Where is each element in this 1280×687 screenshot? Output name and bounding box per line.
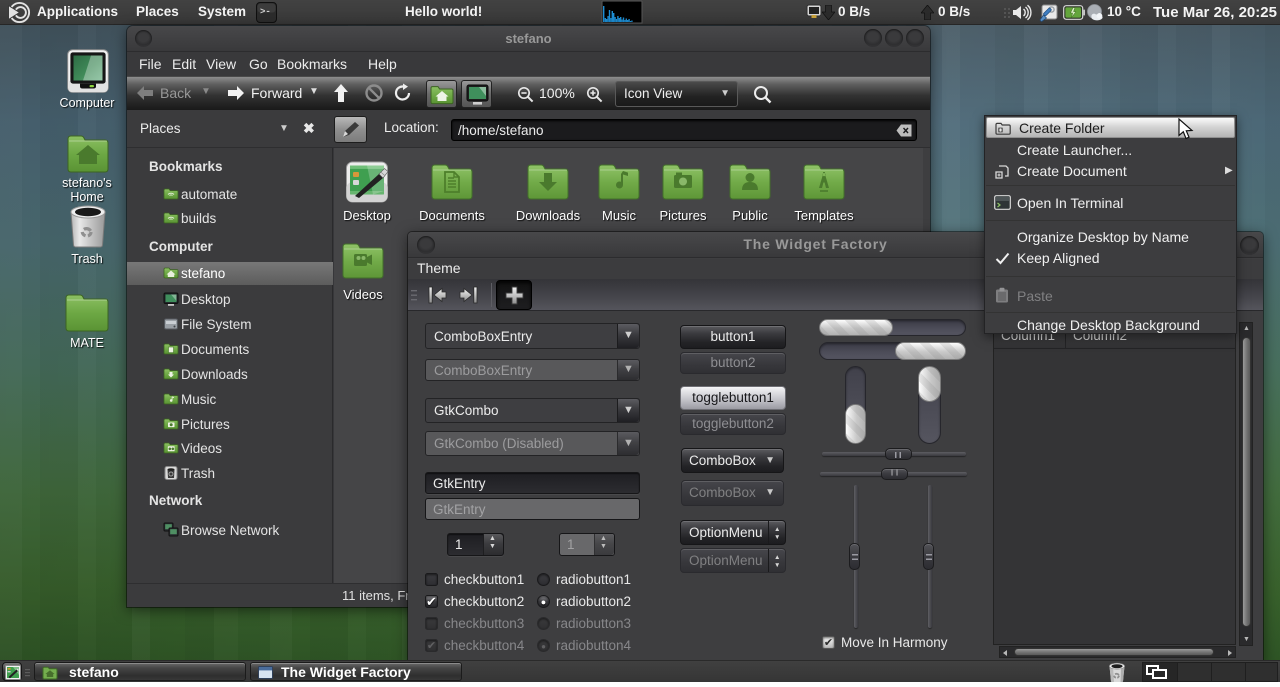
svg-text:>-: >- xyxy=(260,7,271,17)
